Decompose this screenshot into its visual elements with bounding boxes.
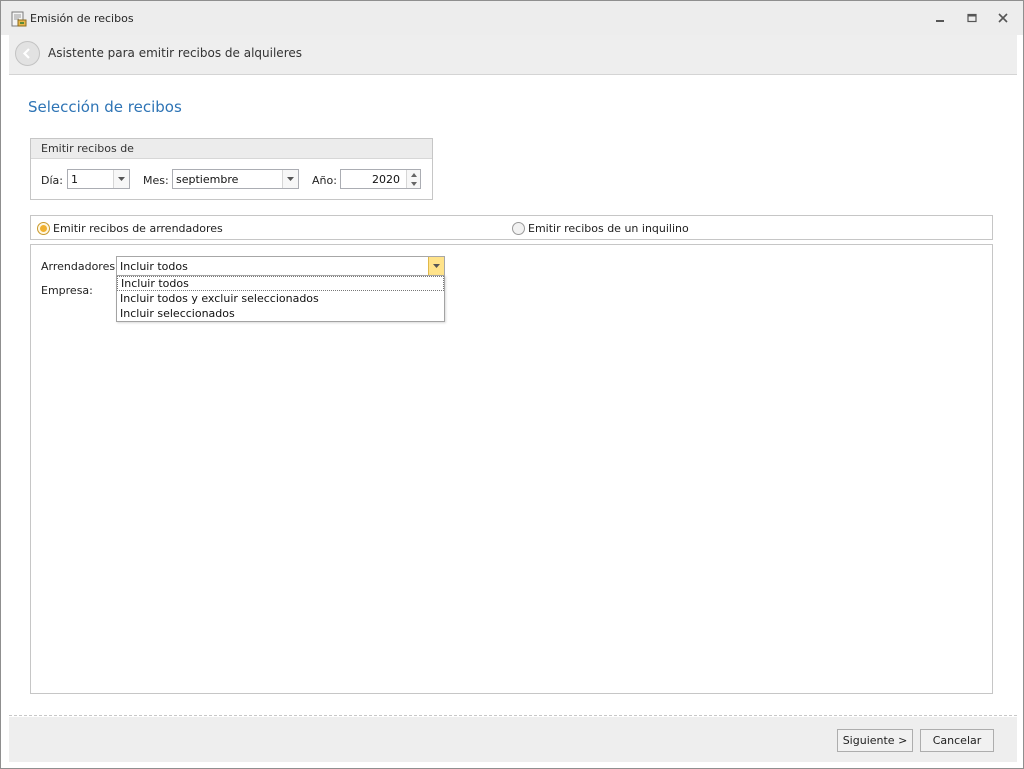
title-bar[interactable]: Emisión de recibos	[1, 1, 1023, 35]
month-label: Mes:	[143, 174, 169, 187]
month-combo[interactable]: septiembre	[172, 169, 299, 189]
day-value: 1	[71, 173, 78, 186]
arrendadores-dropdown-list: Incluir todos Incluir todos y excluir se…	[116, 275, 445, 322]
radio-strip: Emitir recibos de arrendadores Emitir re…	[30, 215, 993, 240]
receipt-app-icon	[11, 11, 27, 27]
chevron-down-icon[interactable]	[428, 257, 444, 275]
arrow-left-icon	[22, 48, 30, 59]
arrendadores-combo[interactable]: Incluir todos	[116, 256, 445, 276]
emit-group: Emitir recibos de Día: 1 Mes: septiembre…	[30, 138, 433, 200]
cancel-button[interactable]: Cancelar	[920, 729, 994, 752]
radio-tenant-label: Emitir recibos de un inquilino	[528, 221, 689, 235]
minimize-icon[interactable]	[932, 10, 948, 26]
empresa-label: Empresa:	[41, 284, 93, 297]
emit-group-title: Emitir recibos de	[41, 142, 134, 155]
year-spinner[interactable]: 2020	[340, 169, 421, 189]
year-label: Año:	[312, 174, 337, 187]
main-window: Emisión de recibos Asistente para emitir…	[0, 0, 1024, 769]
spinner-buttons[interactable]	[406, 170, 420, 188]
chevron-down-icon[interactable]	[113, 170, 129, 188]
emit-group-header: Emitir recibos de	[31, 139, 432, 159]
month-value: septiembre	[176, 173, 239, 186]
radio-checked-icon[interactable]	[37, 221, 50, 235]
radio-landlords-label: Emitir recibos de arrendadores	[53, 221, 223, 235]
window-title: Emisión de recibos	[30, 12, 134, 25]
year-value: 2020	[372, 173, 400, 186]
chevron-down-icon[interactable]	[282, 170, 298, 188]
radio-unchecked-icon[interactable]	[512, 221, 525, 235]
page-title: Selección de recibos	[28, 98, 182, 116]
arrendadores-label: Arrendadores:	[41, 260, 119, 273]
wizard-header: Asistente para emitir recibos de alquile…	[9, 35, 1017, 75]
arrendadores-value: Incluir todos	[120, 260, 188, 273]
close-icon[interactable]	[995, 10, 1011, 26]
wizard-title: Asistente para emitir recibos de alquile…	[48, 46, 302, 60]
back-button[interactable]	[15, 41, 40, 66]
next-button[interactable]: Siguiente >	[837, 729, 913, 752]
radio-landlords[interactable]: Emitir recibos de arrendadores	[37, 221, 223, 235]
day-combo[interactable]: 1	[67, 169, 130, 189]
dropdown-option-include-all-exclude-selected[interactable]: Incluir todos y excluir seleccionados	[117, 291, 444, 306]
radio-tenant[interactable]: Emitir recibos de un inquilino	[512, 221, 689, 235]
maximize-icon[interactable]	[964, 10, 980, 26]
day-label: Día:	[41, 174, 63, 187]
spin-up-icon[interactable]	[410, 172, 417, 177]
dropdown-option-include-all[interactable]: Incluir todos	[117, 276, 444, 291]
spin-down-icon[interactable]	[410, 181, 417, 186]
dropdown-option-include-selected[interactable]: Incluir seleccionados	[117, 306, 444, 321]
footer-separator	[9, 715, 1017, 716]
